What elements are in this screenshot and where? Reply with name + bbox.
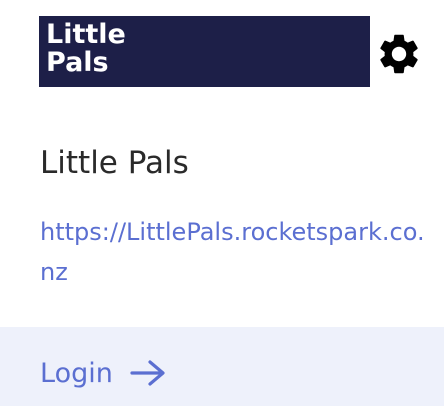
- logo-line-1: Little: [46, 19, 126, 50]
- arrow-right-icon: [130, 360, 165, 386]
- site-logo: Little Pals: [39, 16, 370, 87]
- settings-button[interactable]: [373, 28, 425, 80]
- site-name: Little Pals: [40, 145, 189, 181]
- site-url-link[interactable]: https://LittlePals.rocketspark.co.nz: [40, 212, 425, 292]
- login-bar: Login: [0, 327, 444, 406]
- gear-icon: [380, 34, 418, 74]
- login-button[interactable]: Login: [40, 353, 167, 393]
- logo-wordmark: Little Pals: [46, 21, 126, 77]
- login-label: Login: [40, 357, 113, 389]
- logo-line-2: Pals: [46, 47, 109, 78]
